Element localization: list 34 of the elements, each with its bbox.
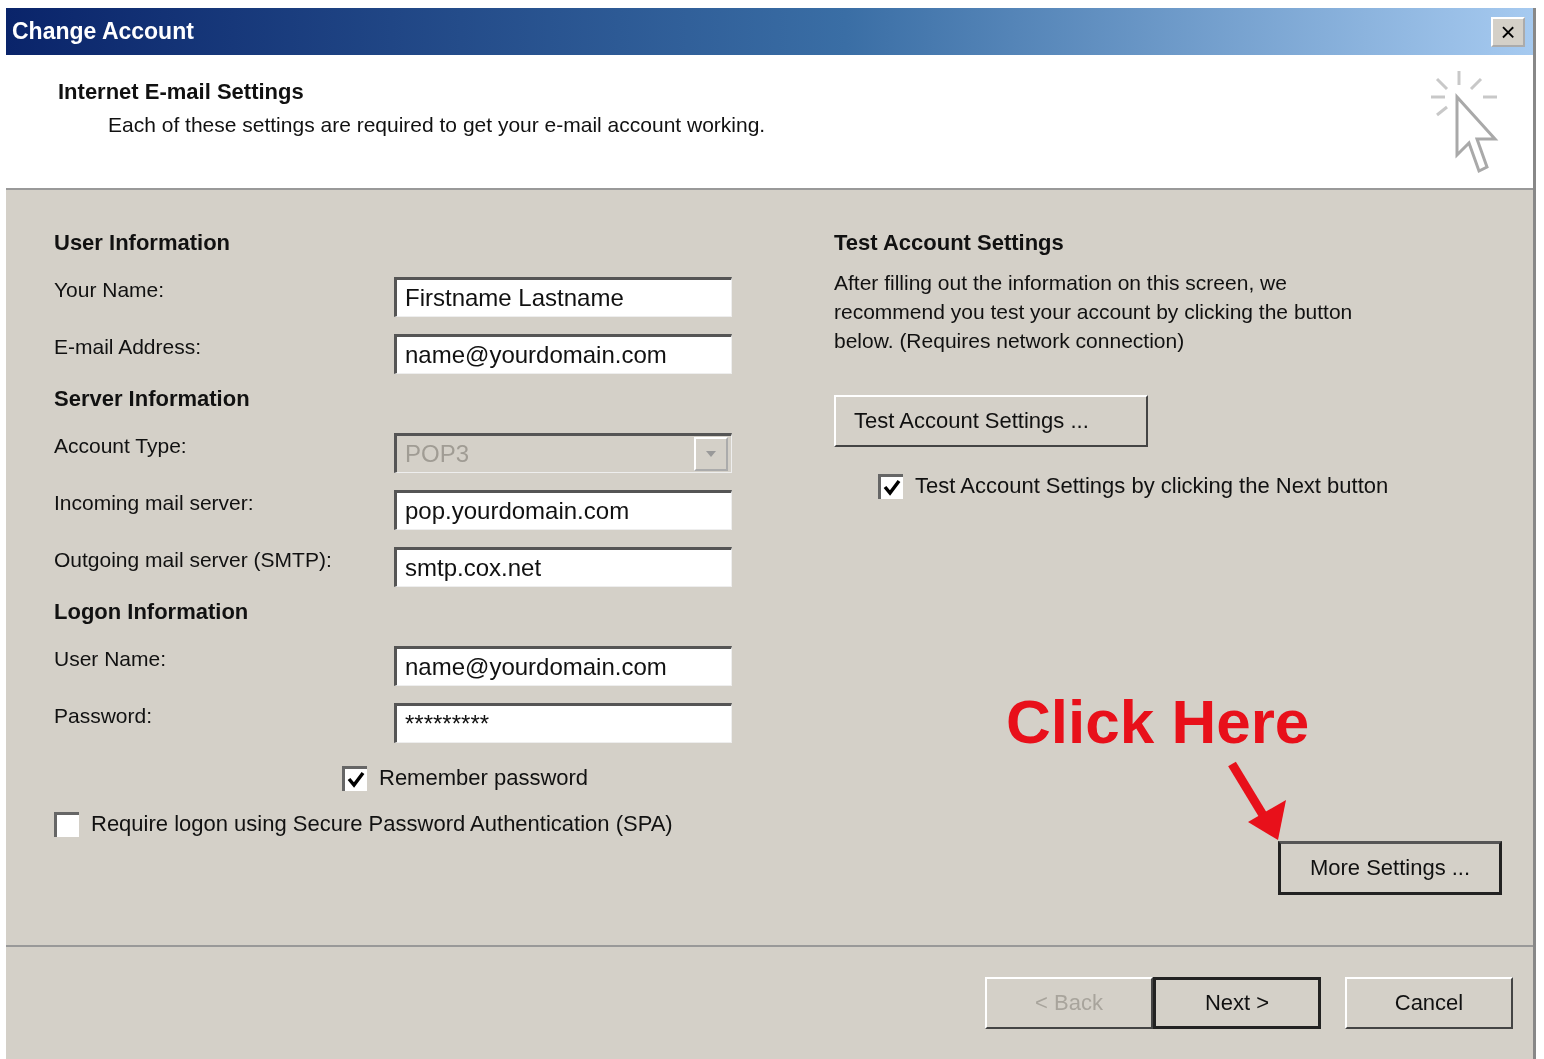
test-settings-button[interactable]: Test Account Settings ... <box>834 395 1148 447</box>
field-label: Your Name: <box>54 277 166 302</box>
dropdown-arrow-icon <box>705 449 717 458</box>
window-title: Change Account <box>12 18 194 45</box>
input-field[interactable]: Firstname Lastname <box>394 276 732 317</box>
header-title: Internet E-mail Settings <box>58 79 305 105</box>
input-field[interactable]: ********* <box>394 702 732 743</box>
field-label: Password: <box>54 703 154 728</box>
description-text: After filling out the information on this screen, we recommend you test your account by clicking the button below. (Requires network connection) <box>834 270 1354 354</box>
section-heading: Server Information <box>54 386 251 413</box>
header-subtitle: Each of these settings are required to get your e-mail account working. <box>107 113 766 137</box>
dialog-button[interactable]: Next > <box>1153 977 1321 1029</box>
checkbox-label: Test Account Settings by clicking the Next button <box>915 473 1389 499</box>
field-label: Account Type: <box>54 433 188 458</box>
checkbox[interactable] <box>54 811 79 837</box>
dialog-button[interactable]: Cancel <box>1345 977 1513 1029</box>
checkbox[interactable] <box>878 473 903 499</box>
section-heading: Test Account Settings <box>834 230 1065 257</box>
input-field[interactable]: name@yourdomain.com <box>394 645 732 686</box>
input-field[interactable]: name@yourdomain.com <box>394 333 732 374</box>
annotation-text: Click Here <box>1006 686 1310 757</box>
input-field[interactable]: smtp.cox.net <box>394 546 732 587</box>
field-label: Outgoing mail server (SMTP): <box>54 547 333 572</box>
field-label: E-mail Address: <box>54 334 203 359</box>
close-button[interactable]: × <box>1491 16 1525 47</box>
checkbox-label: Require logon using Secure Password Authentication (SPA) <box>91 811 673 837</box>
field-label: Incoming mail server: <box>54 490 255 515</box>
section-heading: User Information <box>54 230 232 257</box>
more-settings-button[interactable]: More Settings ... <box>1278 841 1502 895</box>
input-field[interactable]: pop.yourdomain.com <box>394 489 732 530</box>
section-heading: Logon Information <box>54 599 250 626</box>
checkbox[interactable] <box>342 765 367 791</box>
checkbox-label: Remember password <box>379 765 589 791</box>
field-label: User Name: <box>54 646 168 671</box>
